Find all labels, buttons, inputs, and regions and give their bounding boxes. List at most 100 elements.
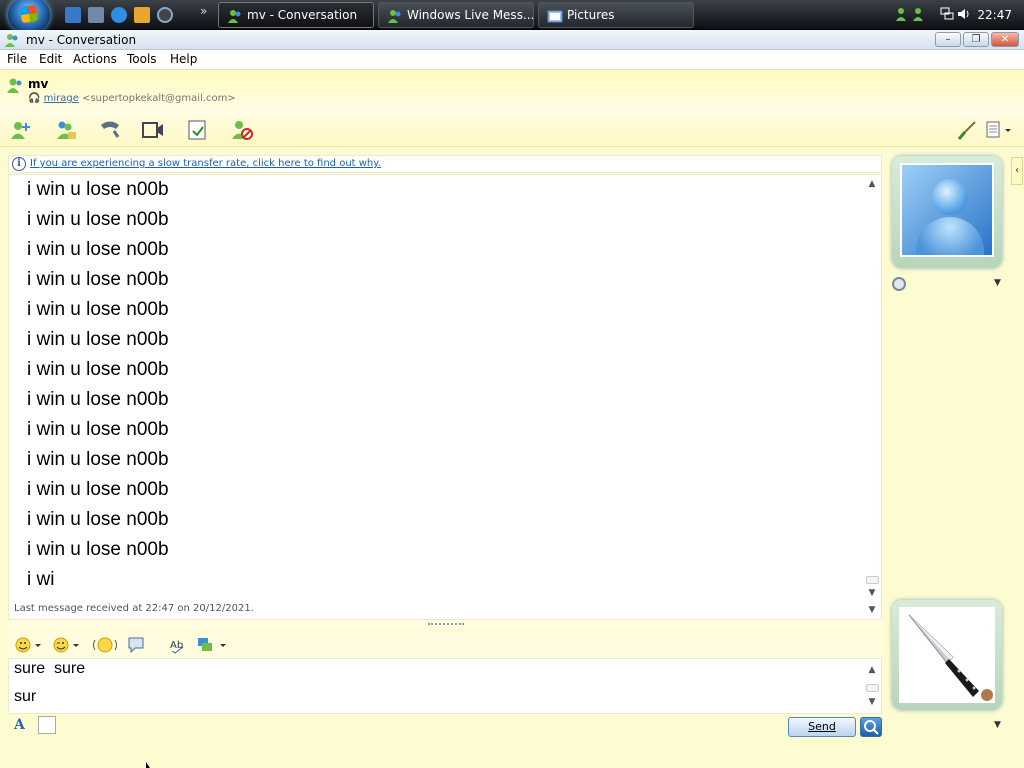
menu-actions[interactable]: Actions xyxy=(73,52,117,66)
message-line: i win u lose n00b xyxy=(27,359,169,380)
slow-transfer-link[interactable]: If you are experiencing a slow transfer … xyxy=(30,158,381,169)
quicklaunch-more-button[interactable]: » xyxy=(200,4,207,18)
conversation-toolbar xyxy=(0,115,1024,147)
message-input-text[interactable]: sure sure sur xyxy=(14,659,85,713)
message-line: i win u lose n00b xyxy=(27,389,169,410)
invite-contact-icon[interactable] xyxy=(9,119,33,141)
emoticon-icon[interactable] xyxy=(14,635,44,655)
options-menu-icon[interactable] xyxy=(984,119,1014,141)
background-icon[interactable] xyxy=(38,716,56,734)
folder-icon xyxy=(547,10,563,23)
taskbar-button-label: Windows Live Mess... xyxy=(407,8,534,22)
last-message-status: Last message received at 22:47 on 20/12/… xyxy=(14,603,254,614)
messenger-buddy-icon xyxy=(228,10,241,23)
contact-header: mv 🎧 mirage <supertopkekalt@gmail.com> xyxy=(0,71,1024,115)
format-bar: A Send xyxy=(8,714,882,738)
maximize-button[interactable]: ❐ xyxy=(963,32,989,47)
messenger-buddy-icon xyxy=(5,34,18,47)
knife-icon xyxy=(908,614,993,701)
activities-icon[interactable] xyxy=(186,119,210,141)
menu-bar: File Edit Actions Tools Help xyxy=(0,50,1024,70)
search-icon xyxy=(864,720,879,735)
menu-file[interactable]: File xyxy=(7,52,27,66)
show-desktop-icon[interactable] xyxy=(65,7,81,23)
nudge-icon[interactable] xyxy=(126,635,148,655)
message-line: i win u lose n00b xyxy=(27,299,169,320)
message-line: i wi xyxy=(27,569,55,590)
video-call-icon[interactable] xyxy=(141,119,165,141)
scroll-down-arrow-icon[interactable]: ▼ xyxy=(867,697,877,707)
taskbar-button-label: mv - Conversation xyxy=(247,8,358,22)
message-line: i win u lose n00b xyxy=(27,239,169,260)
send-button[interactable]: Send xyxy=(788,717,856,737)
collapse-panel-button[interactable]: ‹ xyxy=(1011,157,1023,185)
window-title: mv - Conversation xyxy=(26,33,137,47)
network-icon[interactable] xyxy=(940,7,954,21)
messenger-buddy-icon xyxy=(388,10,401,23)
message-input[interactable]: sure sure sur ▲ ▼ xyxy=(8,658,882,714)
search-button[interactable] xyxy=(860,717,882,737)
chevron-down-icon[interactable]: ▼ xyxy=(994,278,1001,288)
scroll-thumb[interactable] xyxy=(866,576,879,584)
voice-clip-icon[interactable] xyxy=(92,635,118,655)
contact-display-picture[interactable] xyxy=(900,163,994,257)
share-files-icon[interactable] xyxy=(54,119,78,141)
message-line: i win u lose n00b xyxy=(27,209,169,230)
webcam-icon[interactable] xyxy=(892,277,906,291)
messenger-tray-icon-2[interactable] xyxy=(912,7,926,21)
scroll-thumb[interactable] xyxy=(866,684,879,692)
headphones-icon: 🎧 xyxy=(28,93,41,104)
close-button[interactable]: ✕ xyxy=(991,32,1019,47)
taskbar-button-messenger[interactable]: Windows Live Mess... xyxy=(378,2,534,28)
pane-splitter[interactable] xyxy=(8,620,882,630)
online-status-icon xyxy=(7,78,22,93)
scroll-up-arrow-icon[interactable]: ▲ xyxy=(867,665,877,675)
contact-email: <supertopkekalt@gmail.com> xyxy=(82,93,236,104)
scroll-down-arrow-icon[interactable]: ▼ xyxy=(867,588,877,598)
media-player-icon[interactable] xyxy=(134,7,150,23)
block-contact-icon[interactable] xyxy=(230,119,254,141)
window-titlebar[interactable]: mv - Conversation – ❐ ✕ xyxy=(0,30,1024,50)
message-line: i win u lose n00b xyxy=(27,479,169,500)
menu-help[interactable]: Help xyxy=(170,52,197,66)
minimize-button[interactable]: – xyxy=(935,32,961,47)
history-scrollbar[interactable]: ▲ ▼ ▼ xyxy=(864,175,881,619)
my-display-picture-frame[interactable] xyxy=(892,600,1002,710)
spell-check-icon[interactable]: Ab xyxy=(168,635,190,655)
message-list: i win u lose n00b i win u lose n00b i wi… xyxy=(27,175,169,595)
clock[interactable]: 22:47 xyxy=(977,8,1012,22)
volume-icon[interactable] xyxy=(957,7,971,21)
font-icon[interactable]: A xyxy=(14,717,25,733)
taskbar-button-conversation[interactable]: mv - Conversation xyxy=(218,2,374,28)
start-button[interactable] xyxy=(8,0,50,34)
contact-display-picture-frame[interactable] xyxy=(892,156,1002,268)
contact-details: 🎧 mirage <supertopkekalt@gmail.com> xyxy=(28,93,236,104)
system-tray: 22:47 xyxy=(894,0,1024,30)
contact-name: mv xyxy=(28,77,49,91)
games-icon[interactable] xyxy=(196,635,228,655)
info-icon: i xyxy=(12,157,26,171)
quicklaunch-app-icon[interactable] xyxy=(157,7,173,23)
message-line: i win u lose n00b xyxy=(27,269,169,290)
scroll-down-arrow-icon[interactable]: ▼ xyxy=(867,605,877,615)
scroll-up-arrow-icon[interactable]: ▲ xyxy=(867,179,877,189)
svg-text:Ab: Ab xyxy=(170,640,183,651)
message-line: i win u lose n00b xyxy=(27,509,169,530)
my-display-picture[interactable] xyxy=(899,607,995,703)
splitter-grip[interactable] xyxy=(428,623,464,626)
conversation-history[interactable]: i win u lose n00b i win u lose n00b i wi… xyxy=(8,174,882,620)
message-line: i win u lose n00b xyxy=(27,179,169,200)
chevron-down-icon[interactable]: ▼ xyxy=(994,720,1001,730)
contact-personal-message[interactable]: mirage xyxy=(44,93,79,104)
taskbar: » mv - Conversation Windows Live Mess...… xyxy=(0,0,1024,34)
call-icon[interactable] xyxy=(98,119,122,141)
menu-tools[interactable]: Tools xyxy=(127,52,157,66)
internet-explorer-icon[interactable] xyxy=(111,7,127,23)
taskbar-button-pictures[interactable]: Pictures xyxy=(538,2,694,28)
wink-icon[interactable] xyxy=(52,635,82,655)
input-scrollbar[interactable]: ▲ ▼ xyxy=(864,659,881,713)
menu-edit[interactable]: Edit xyxy=(39,52,62,66)
switch-windows-icon[interactable] xyxy=(88,7,104,23)
paint-brush-icon[interactable] xyxy=(955,119,979,141)
messenger-tray-icon[interactable] xyxy=(896,7,910,21)
